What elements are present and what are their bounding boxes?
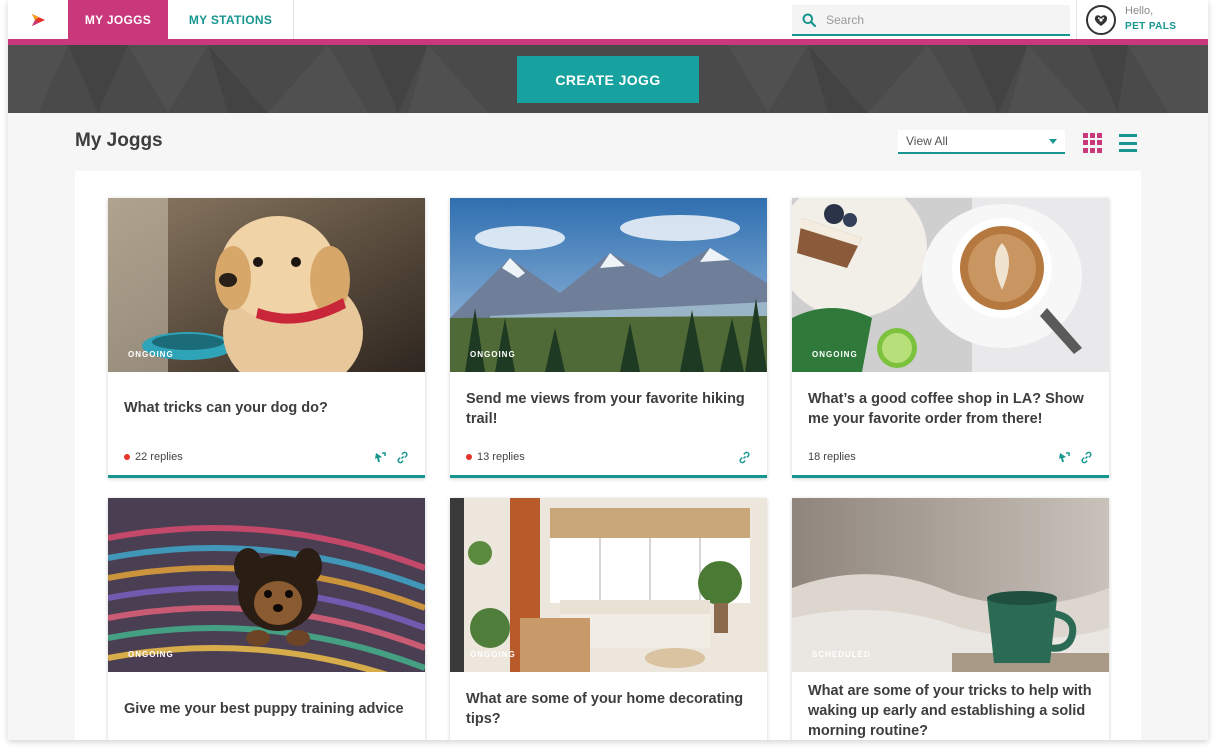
card-title: What’s a good coffee shop in LA? Show me…	[808, 391, 1084, 427]
link-icon[interactable]	[1080, 451, 1093, 464]
user-name[interactable]: PET PALS	[1125, 21, 1176, 32]
card-title: Give me your best puppy training advice	[124, 701, 404, 717]
card-image-coffee: ONGOING	[792, 198, 1109, 372]
jogg-card[interactable]: ONGOING Send me views from your favorite…	[450, 198, 767, 478]
card-image-morning-mug: SCHEDULED	[792, 498, 1109, 672]
card-title: What are some of your home decorating ti…	[466, 691, 744, 727]
view-filter-value: View All	[906, 134, 948, 148]
top-nav: MY JOGGS MY STATIONS Hello, PET PALS	[8, 0, 1208, 39]
reply-count: 13 replies	[477, 451, 525, 463]
app-window: MY JOGGS MY STATIONS Hello, PET PALS	[8, 0, 1208, 740]
card-image-living-room: ONGOING	[450, 498, 767, 672]
reply-count: 18 replies	[808, 451, 856, 463]
jogg-card[interactable]: ONGOING What tricks can your dog do? 22 …	[108, 198, 425, 478]
status-badge: ONGOING	[128, 650, 174, 659]
card-image-mountains: ONGOING	[450, 198, 767, 372]
search-box[interactable]	[792, 5, 1070, 36]
jogg-card[interactable]: ONGOING Give me your best puppy training…	[108, 498, 425, 740]
card-image-puppy-rug: ONGOING	[108, 498, 425, 672]
card-meta: 22 replies	[124, 450, 409, 464]
jogg-card[interactable]: ONGOING What are some of your home decor…	[450, 498, 767, 740]
status-badge: ONGOING	[128, 350, 174, 359]
list-view-icon[interactable]	[1119, 134, 1137, 152]
search-icon	[802, 13, 816, 27]
view-filter-select[interactable]: View All	[898, 130, 1065, 154]
card-meta: 18 replies	[808, 450, 1093, 464]
reply-count: 22 replies	[135, 451, 183, 463]
page-title: My Joggs	[75, 130, 163, 151]
app-logo[interactable]	[8, 0, 68, 39]
logo-icon	[32, 13, 45, 26]
create-jogg-button[interactable]: CREATE JOGG	[517, 56, 699, 103]
unread-dot	[466, 454, 472, 460]
card-title: What tricks can your dog do?	[124, 400, 328, 416]
grid-view-icon[interactable]	[1083, 133, 1103, 153]
jogg-card[interactable]: ONGOING What’s a good coffee shop in LA?…	[792, 198, 1109, 478]
card-title: Send me views from your favorite hiking …	[466, 391, 745, 427]
jogg-card[interactable]: SCHEDULED What are some of your tricks t…	[792, 498, 1109, 740]
tab-my-stations[interactable]: MY STATIONS	[168, 0, 294, 39]
search-input[interactable]	[826, 12, 1056, 27]
station-icon[interactable]	[374, 451, 387, 464]
status-badge: ONGOING	[470, 650, 516, 659]
status-badge: ONGOING	[812, 350, 858, 359]
avatar[interactable]	[1086, 5, 1116, 35]
link-icon[interactable]	[396, 451, 409, 464]
user-greeting: Hello,	[1125, 5, 1154, 17]
joggs-panel: ONGOING What tricks can your dog do? 22 …	[75, 171, 1141, 740]
status-badge: SCHEDULED	[812, 650, 871, 659]
card-meta: 13 replies	[466, 450, 751, 464]
nav-divider	[1076, 0, 1077, 39]
paw-heart-icon	[1094, 15, 1108, 26]
card-accent-bar	[450, 475, 767, 478]
card-accent-bar	[108, 475, 425, 478]
unread-dot	[124, 454, 130, 460]
tab-my-joggs[interactable]: MY JOGGS	[68, 0, 168, 39]
station-icon[interactable]	[1058, 451, 1071, 464]
card-image-puppy: ONGOING	[108, 198, 425, 372]
card-title: What are some of your tricks to help wit…	[808, 683, 1092, 739]
status-badge: ONGOING	[470, 350, 516, 359]
link-icon[interactable]	[738, 451, 751, 464]
card-accent-bar	[792, 475, 1109, 478]
chevron-down-icon	[1049, 138, 1057, 144]
